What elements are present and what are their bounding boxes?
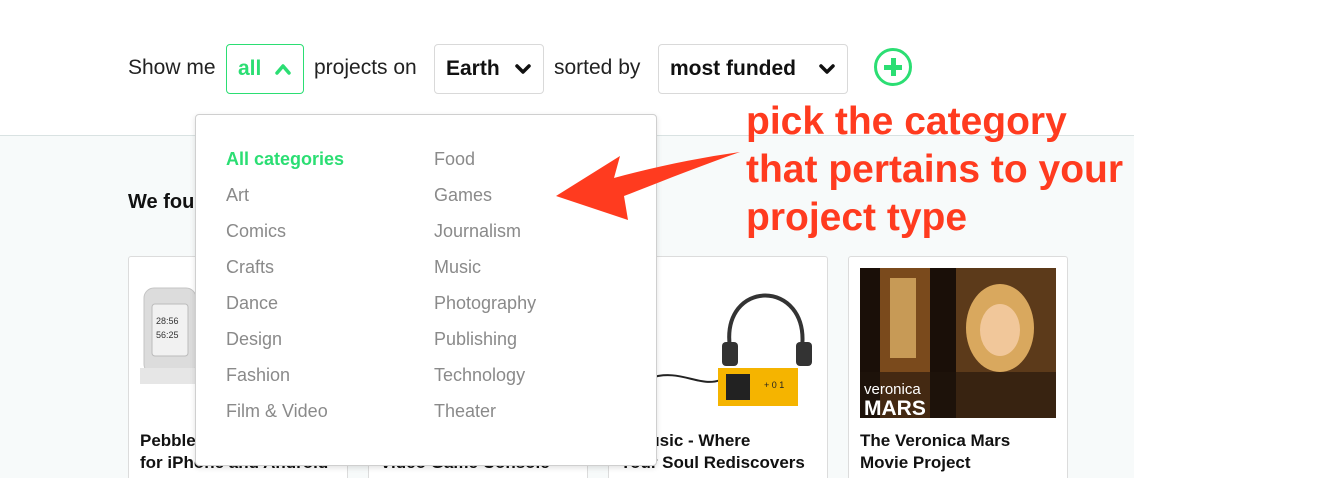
- category-item-all[interactable]: All categories: [226, 149, 344, 185]
- annotation-line-2: that pertains to your: [746, 148, 1124, 191]
- category-item-fashion[interactable]: Fashion: [226, 365, 344, 401]
- annotation-text: pick the category that pertains to your …: [746, 98, 1123, 242]
- category-select-value: all: [238, 57, 262, 80]
- category-item-games[interactable]: Games: [434, 185, 536, 221]
- project-thumbnail: veronica MARS: [860, 268, 1056, 418]
- annotation-line-1: pick the category: [746, 100, 1067, 143]
- annotation-arrow-icon: [556, 152, 740, 220]
- category-item-crafts[interactable]: Crafts: [226, 257, 344, 293]
- add-filter-button[interactable]: [874, 48, 912, 86]
- svg-text:28:56: 28:56: [156, 316, 179, 326]
- project-title: The Veronica Mars Movie Project: [860, 431, 1011, 472]
- chevron-down-icon: [819, 64, 835, 74]
- results-count-heading: We fou: [128, 191, 195, 213]
- category-item-music[interactable]: Music: [434, 257, 536, 293]
- category-item-dance[interactable]: Dance: [226, 293, 344, 329]
- category-item-theater[interactable]: Theater: [434, 401, 536, 437]
- category-item-food[interactable]: Food: [434, 149, 536, 185]
- projects-on-label: projects on: [314, 56, 417, 79]
- project-card[interactable]: veronica MARS The Veronica Mars Movie Pr…: [848, 256, 1068, 478]
- svg-text:+ 0 1: + 0 1: [764, 380, 784, 390]
- image-caption-bottom: MARS: [864, 397, 926, 418]
- chevron-up-icon: [275, 64, 291, 75]
- category-select[interactable]: all: [226, 44, 304, 94]
- category-item-publishing[interactable]: Publishing: [434, 329, 536, 365]
- sorted-by-label: sorted by: [554, 56, 641, 79]
- category-item-design[interactable]: Design: [226, 329, 344, 365]
- location-select[interactable]: Earth: [434, 44, 544, 94]
- category-item-journalism[interactable]: Journalism: [434, 221, 536, 257]
- chevron-down-icon: [515, 64, 531, 74]
- image-caption-top: veronica: [864, 381, 921, 398]
- category-item-art[interactable]: Art: [226, 185, 344, 221]
- category-item-photography[interactable]: Photography: [434, 293, 536, 329]
- category-item-technology[interactable]: Technology: [434, 365, 536, 401]
- category-column-1: All categories Art Comics Crafts Dance D…: [226, 149, 344, 437]
- sort-select[interactable]: most funded: [658, 44, 848, 94]
- annotation-line-3: project type: [746, 196, 968, 239]
- category-item-film-video[interactable]: Film & Video: [226, 401, 344, 437]
- show-me-label: Show me: [128, 56, 216, 79]
- category-column-2: Food Games Journalism Music Photography …: [434, 149, 536, 437]
- sort-select-value: most funded: [670, 57, 796, 80]
- location-select-value: Earth: [446, 57, 500, 80]
- svg-text:56:25: 56:25: [156, 330, 179, 340]
- category-item-comics[interactable]: Comics: [226, 221, 344, 257]
